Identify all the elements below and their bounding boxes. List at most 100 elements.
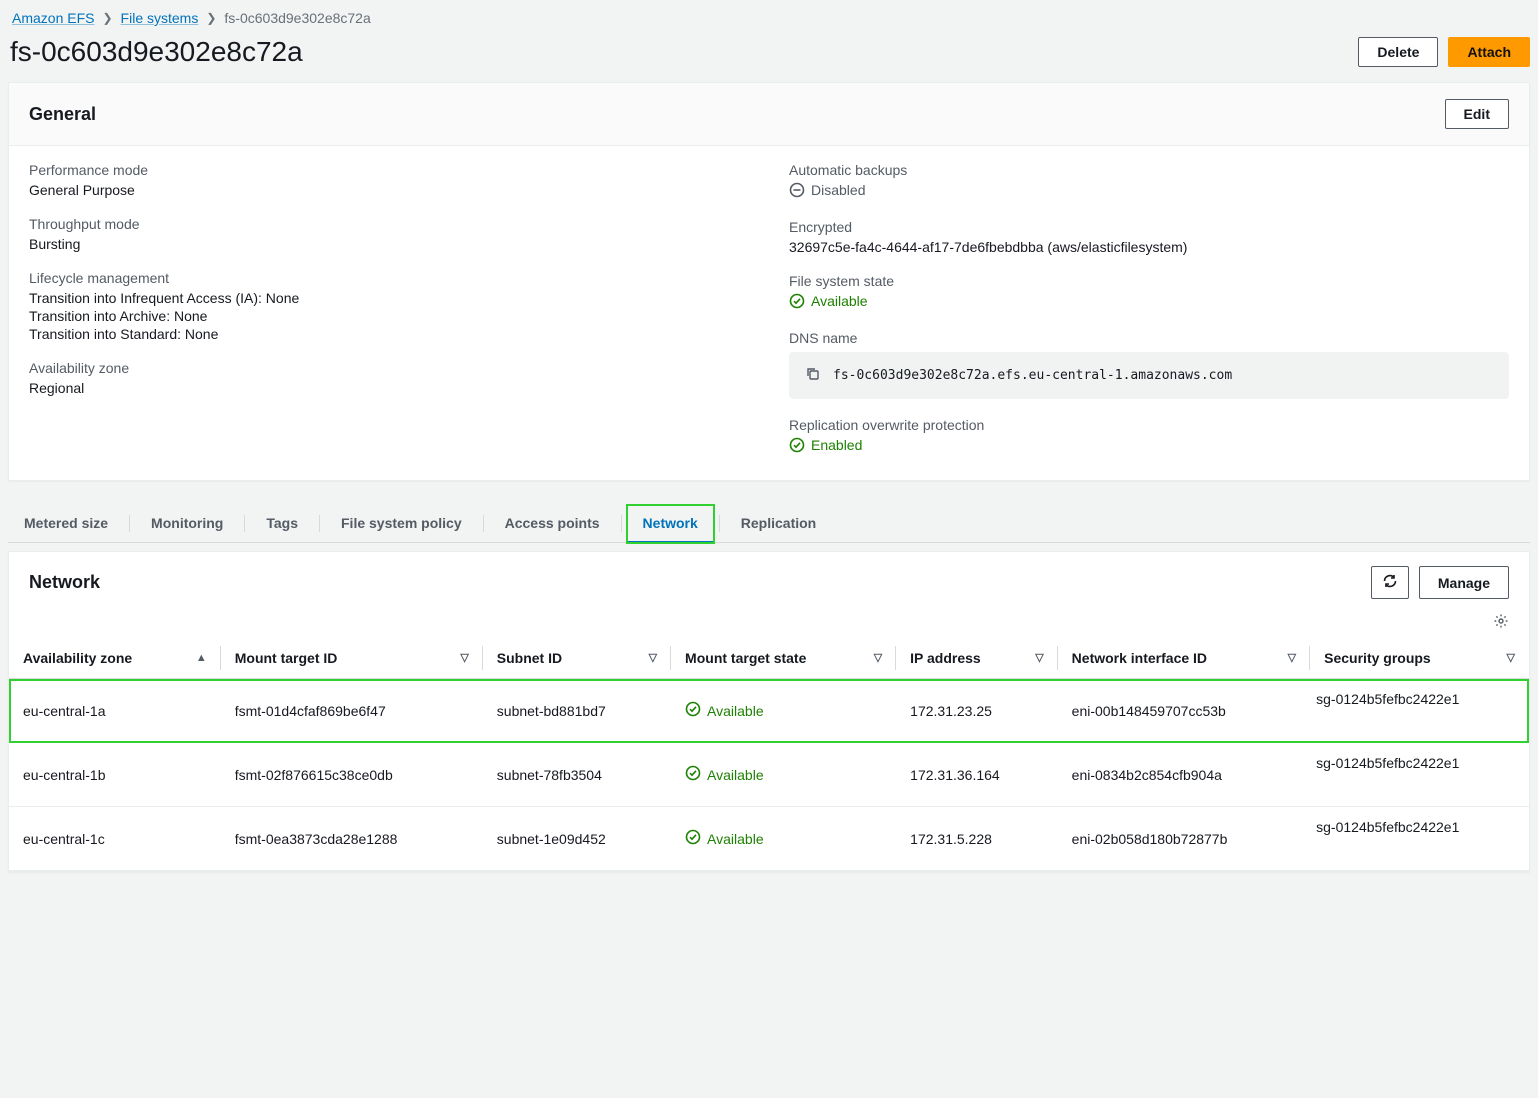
lifecycle-standard: Transition into Standard: None [29,326,749,342]
state-value: Available [789,293,868,309]
performance-mode-value: General Purpose [29,182,749,198]
status-text: Available [707,831,764,847]
sort-icon: ▽ [1288,653,1296,664]
gear-icon[interactable] [1493,613,1509,632]
tab-separator [244,515,245,532]
copy-icon[interactable] [805,366,821,385]
col-mount-target-state[interactable]: Mount target state▽ [671,638,896,679]
tab-separator [483,515,484,532]
col-security-groups[interactable]: Security groups▽ [1310,638,1529,679]
breadcrumb-section[interactable]: File systems [121,10,199,26]
performance-mode-label: Performance mode [29,162,749,178]
tab-tags[interactable]: Tags [250,505,314,542]
cell-az: eu-central-1c [9,807,221,871]
col-label: Availability zone [23,650,132,666]
dns-value: fs-0c603d9e302e8c72a.efs.eu-central-1.am… [833,368,1232,383]
security-group-id: sg-0124b5fefbc2422e1 [1316,819,1519,835]
tab-separator [319,515,320,532]
throughput-mode-value: Bursting [29,236,749,252]
table-header-row: Availability zone ▲ Mount target ID▽ Subn… [9,638,1529,679]
table-row[interactable]: eu-central-1bfsmt-02f876615c38ce0dbsubne… [9,743,1529,807]
cell-subnet-id: subnet-78fb3504 [483,743,671,807]
status-badge: Available [685,701,764,720]
replication-protect-value: Enabled [789,437,862,453]
check-circle-icon [789,437,805,453]
col-label: Network interface ID [1072,650,1207,666]
refresh-button[interactable] [1371,566,1409,599]
cell-mount-target-id: fsmt-02f876615c38ce0db [221,743,483,807]
lifecycle-ia: Transition into Infrequent Access (IA): … [29,290,749,306]
status-badge: Available [685,765,764,784]
general-panel: General Edit Performance mode General Pu… [8,82,1530,481]
check-circle-icon [685,701,701,720]
az-value: Regional [29,380,749,396]
col-subnet-id[interactable]: Subnet ID▽ [483,638,671,679]
tab-monitoring[interactable]: Monitoring [135,505,239,542]
throughput-mode-label: Throughput mode [29,216,749,232]
table-row[interactable]: eu-central-1afsmt-01d4cfaf869be6f47subne… [9,679,1529,743]
tab-metered-size[interactable]: Metered size [8,505,124,542]
tab-separator [719,515,720,532]
table-row[interactable]: eu-central-1cfsmt-0ea3873cda28e1288subne… [9,807,1529,871]
page-actions: Delete Attach [1358,37,1530,67]
network-panel: Network Manage Availability zone ▲ Mount … [8,551,1530,872]
col-ip-address[interactable]: IP address ▽ [896,638,1058,679]
cell-subnet-id: subnet-1e09d452 [483,807,671,871]
backups-value: Disabled [789,182,865,198]
tab-separator [621,515,622,532]
sort-icon: ▽ [1035,653,1043,664]
check-circle-icon [685,829,701,848]
encrypted-label: Encrypted [789,219,1509,235]
sort-icon: ▽ [874,653,882,664]
general-left-column: Performance mode General Purpose Through… [29,162,749,456]
col-label: Security groups [1324,650,1431,666]
encrypted-value: 32697c5e-fa4c-4644-af17-7de6fbebdbba (aw… [789,239,1509,255]
cell-ip-address: 172.31.36.164 [896,743,1058,807]
col-label: IP address [910,650,981,666]
cell-subnet-id: subnet-bd881bd7 [483,679,671,743]
edit-button[interactable]: Edit [1445,99,1509,129]
col-label: Subnet ID [497,650,562,666]
col-availability-zone[interactable]: Availability zone ▲ [9,638,221,679]
network-table: Availability zone ▲ Mount target ID▽ Subn… [9,638,1529,871]
breadcrumb: Amazon EFS ❯ File systems ❯ fs-0c603d9e3… [8,0,1530,30]
tab-access-points[interactable]: Access points [489,505,616,542]
general-right-column: Automatic backups Disabled Encrypted 326… [789,162,1509,456]
refresh-icon [1382,573,1398,589]
sort-asc-icon: ▲ [196,653,207,664]
tab-file-system-policy[interactable]: File system policy [325,505,478,542]
delete-button[interactable]: Delete [1358,37,1438,67]
cell-security-groups: sg-0124b5fefbc2422e1 [1310,679,1529,743]
minus-circle-icon [789,182,805,198]
cell-network-interface-id: eni-0834b2c854cfb904a [1058,743,1310,807]
cell-network-interface-id: eni-00b148459707cc53b [1058,679,1310,743]
chevron-right-icon: ❯ [206,11,216,25]
lifecycle-label: Lifecycle management [29,270,749,286]
manage-button[interactable]: Manage [1419,566,1509,599]
col-mount-target-id[interactable]: Mount target ID▽ [221,638,483,679]
state-label: File system state [789,273,1509,289]
dns-label: DNS name [789,330,1509,346]
check-circle-icon [685,765,701,784]
state-text: Available [811,293,868,309]
cell-az: eu-central-1a [9,679,221,743]
breadcrumb-current: fs-0c603d9e302e8c72a [224,10,370,26]
cell-network-interface-id: eni-02b058d180b72877b [1058,807,1310,871]
breadcrumb-service[interactable]: Amazon EFS [12,10,94,26]
tab-network[interactable]: Network [627,505,714,543]
attach-button[interactable]: Attach [1448,37,1530,67]
tabs: Metered size Monitoring Tags File system… [8,505,1530,543]
tab-replication[interactable]: Replication [725,505,832,542]
general-header: General Edit [9,83,1529,146]
cell-az: eu-central-1b [9,743,221,807]
title-row: fs-0c603d9e302e8c72a Delete Attach [8,30,1530,82]
general-heading: General [29,104,96,125]
network-heading: Network [29,572,100,593]
status-badge: Available [685,829,764,848]
sort-icon: ▽ [460,653,468,664]
cell-mount-target-id: fsmt-01d4cfaf869be6f47 [221,679,483,743]
az-label: Availability zone [29,360,749,376]
col-network-interface-id[interactable]: Network interface ID ▽ [1058,638,1310,679]
cell-mount-target-state: Available [671,743,896,807]
lifecycle-archive: Transition into Archive: None [29,308,749,324]
